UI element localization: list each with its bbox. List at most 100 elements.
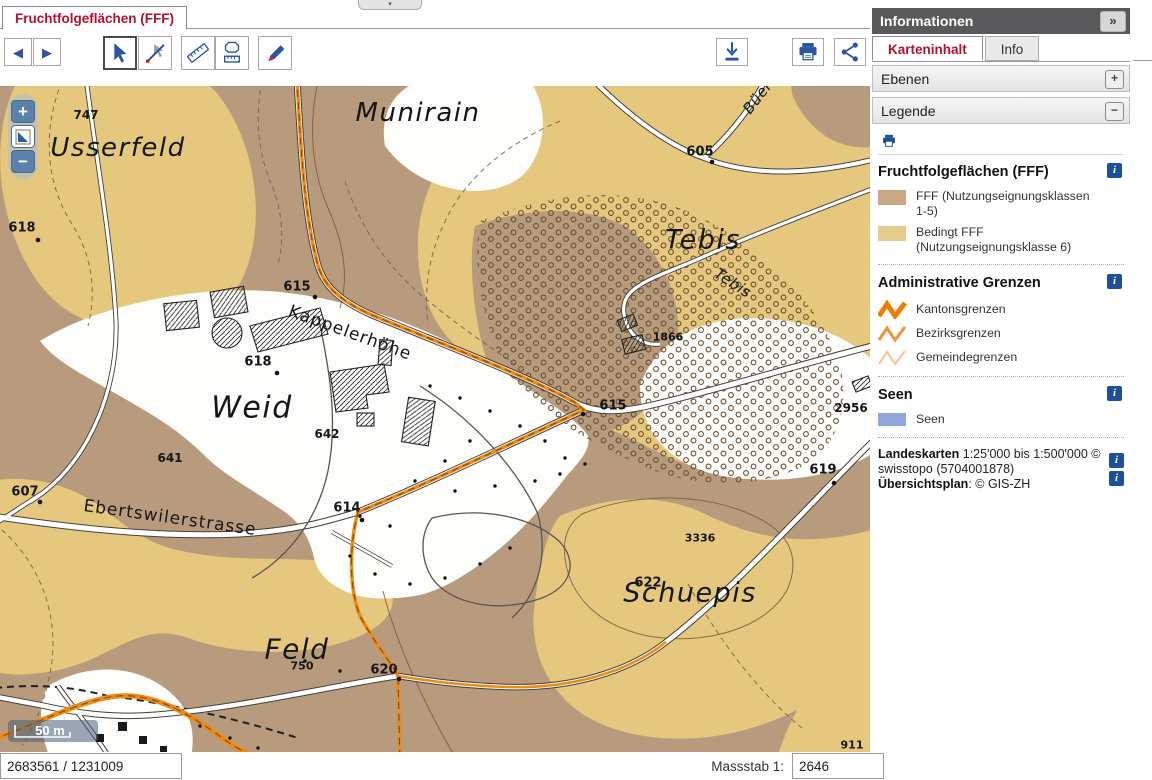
swatch-icon [878,412,908,427]
map-label: 614 [333,501,360,516]
map-label: 605 [686,145,713,160]
legend-item: FFF (Nutzungseignungsklassen 1-5) [878,189,1124,220]
legend-dotted-divider [878,376,1124,377]
map-label: 618 [244,355,271,370]
boundary-line-icon [878,324,908,343]
legend-group-fff: Fruchtfolgeflächen (FFF) i [878,163,1124,181]
attribution-source-bold: Übersichtsplan [878,477,968,491]
gis-app-window: Fruchtfolgeflächen (FFF) ▾ ◀ ▶ [0,0,1152,780]
scalebar-label: 50 m [8,723,92,738]
measure-area-tool-button[interactable] [215,36,249,70]
map-label: Munirain [356,98,481,128]
draw-pencil-icon [262,40,288,66]
sidebar-collapse-button[interactable]: » [1100,11,1126,32]
legend-panel: Fruchtfolgeflächen (FFF) i FFF (Nutzungs… [872,126,1130,497]
clear-selection-icon [142,40,168,66]
clear-selection-tool-button[interactable] [138,36,172,70]
share-button[interactable] [834,38,866,66]
info-icon[interactable]: i [1107,274,1122,289]
collapse-arrow-icon: ▾ [388,2,392,8]
legend-item-label: Kantonsgrenzen [916,302,1006,317]
map-label: 607 [11,485,38,500]
printer-icon [880,132,898,150]
map-viewport[interactable]: MunirainUsserfeldTebisWeidFeldSchuepisKa… [0,86,870,752]
map-label: Tebis [665,225,741,256]
accordion-ebenen[interactable]: Ebenen + [872,65,1130,92]
panel-collapse-handle[interactable]: ▾ [358,0,422,10]
plus-icon: + [18,102,28,122]
download-button[interactable] [716,38,748,66]
map-label: 641 [157,451,182,465]
draw-tool-button[interactable] [258,36,292,70]
map-label: 619 [809,463,836,478]
minus-icon: − [18,152,28,172]
map-label: 3336 [685,532,716,545]
zoom-out-button[interactable]: − [11,150,35,173]
map-label: Weid [211,391,293,426]
zoom-in-button[interactable]: + [11,100,35,123]
measure-area-icon [219,40,245,66]
map-document-tab[interactable]: Fruchtfolgeflächen (FFF) [2,6,187,30]
map-label: 620 [370,663,397,678]
attribution-source-text: : © GIS-ZH [968,477,1030,491]
print-button[interactable] [792,38,824,66]
legend-item-label: FFF (Nutzungseignungsklassen 1-5) [916,189,1101,220]
accordion-legende[interactable]: Legende − [872,97,1130,124]
tab-karteninhalt[interactable]: Karteninhalt [872,36,983,61]
full-extent-button[interactable] [11,125,35,148]
map-label: 618 [8,221,35,236]
scale-input[interactable] [792,753,884,779]
map-label: 615 [283,280,310,295]
forward-arrow-icon: ▶ [42,46,52,59]
history-forward-button[interactable]: ▶ [33,38,61,66]
map-label: 747 [73,108,98,122]
boundary-line-icon [878,300,908,319]
sidebar-tabs: KarteninhaltInfo [872,36,1130,62]
full-extent-icon [15,129,31,145]
sidebar-title: Informationen [880,13,973,29]
legend-group-title: Fruchtfolgeflächen (FFF) [878,164,1049,180]
info-icon[interactable]: i [1109,471,1124,486]
swatch-icon [878,225,908,242]
legend-group-grenzen: Administrative Grenzen i [878,274,1124,292]
map-attribution: Landeskarten 1:25'000 bis 1:500'000 © sw… [878,447,1124,493]
map-document-tab-label: Fruchtfolgeflächen (FFF) [15,11,174,26]
collapse-icon[interactable]: − [1105,102,1124,121]
info-icon[interactable]: i [1107,163,1122,178]
map-label: 615 [599,399,626,414]
top-bar: Fruchtfolgeflächen (FFF) ▾ ◀ ▶ [0,0,870,86]
expand-icon[interactable]: + [1105,70,1124,89]
info-icon[interactable]: i [1107,386,1122,401]
history-back-button[interactable]: ◀ [4,38,32,66]
map-label: 1866 [653,331,684,344]
map-label: 642 [314,427,339,441]
print-legend-button[interactable] [880,132,900,150]
coordinates-display[interactable] [0,753,182,779]
map-label: Usserfeld [50,133,185,163]
status-bar: Massstab 1: [0,752,1152,780]
attribution-source-bold: Landeskarten [878,447,959,461]
download-icon [719,39,745,65]
accordion-legende-label: Legende [881,103,936,119]
map-label: 911 [841,739,864,752]
share-icon [837,39,863,65]
info-icon[interactable]: i [1109,453,1124,468]
legend-group-title: Seen [878,387,913,403]
legend-item: Bedingt FFF (Nutzungseignungsklasse 6) [878,225,1124,256]
swatch-icon [878,189,908,206]
legend-item-label: Seen [916,412,945,427]
map-canvas [0,86,870,752]
tab-info[interactable]: Info [985,36,1040,61]
legend-divider [878,154,1124,155]
select-tool-button[interactable] [103,36,137,70]
window-edge-divider [1133,60,1152,61]
legend-item-label: Bedingt FFF (Nutzungseignungsklasse 6) [916,225,1101,256]
measure-distance-tool-button[interactable] [181,36,215,70]
legend-dotted-divider [878,264,1124,265]
accordion-ebenen-label: Ebenen [881,71,929,87]
zoom-control: + − [8,94,38,179]
scale-label: Massstab 1: [684,759,784,774]
legend-group-title: Administrative Grenzen [878,275,1041,291]
attribution-info-buttons: i i [1109,453,1124,489]
back-arrow-icon: ◀ [13,46,23,59]
